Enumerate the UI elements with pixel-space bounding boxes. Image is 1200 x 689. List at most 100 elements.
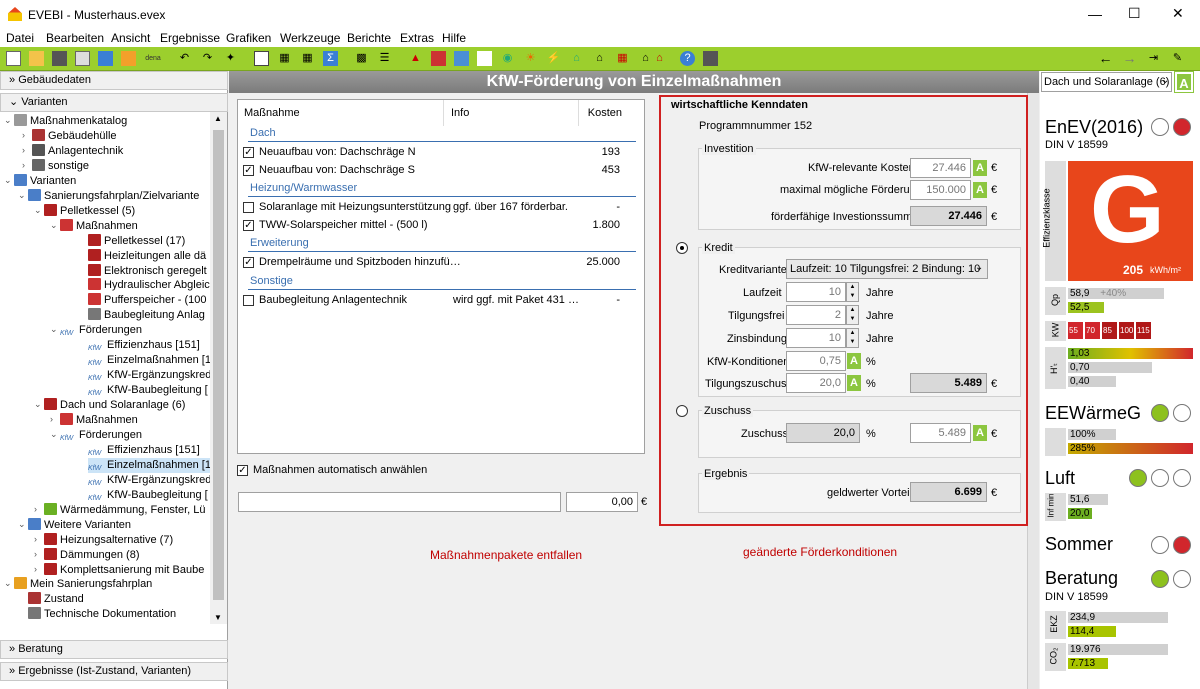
house-icon[interactable]: ⌂	[592, 51, 607, 66]
tree-expander-icon[interactable]: ⌄	[34, 205, 42, 216]
measure-checkbox[interactable]	[243, 202, 254, 213]
measure-row[interactable]: ✓ Neuaufbau von: Dachschräge S 453	[243, 163, 638, 178]
tree-expander-icon[interactable]: ⌄	[18, 190, 26, 201]
measure-checkbox[interactable]: ✓	[243, 219, 254, 231]
measure-checkbox[interactable]: ✓	[243, 257, 254, 268]
bars-icon[interactable]: ▦	[615, 51, 630, 66]
menu-ansicht[interactable]: Ansicht	[111, 31, 150, 45]
tree-item[interactable]: KfW KfW-Baubegleitung [	[88, 383, 208, 398]
tree-item[interactable]: Anlagentechnik	[32, 143, 123, 159]
tree-item[interactable]: KfW KfW-Ergänzungskred	[88, 368, 210, 383]
measure-row[interactable]: ✓ Neuaufbau von: Dachschräge N 193	[243, 145, 638, 160]
list-icon[interactable]: ☰	[377, 51, 392, 66]
tree-expander-icon[interactable]: ⌄	[50, 220, 58, 231]
zuschuss-radio[interactable]	[676, 405, 688, 417]
tilgungszuschuss-auto-button[interactable]: A	[847, 375, 861, 391]
tree-expander-icon[interactable]: ⌄	[50, 324, 58, 335]
tree-item[interactable]: Pelletkessel (17)	[88, 233, 185, 249]
tree-expander-icon[interactable]: ›	[22, 130, 25, 140]
house-eco-icon[interactable]: ⌂	[569, 51, 584, 66]
tree-item[interactable]: Gebäudehülle	[32, 128, 117, 144]
pen-icon[interactable]: ✎	[1170, 51, 1185, 66]
tree-expander-icon[interactable]: ⌄	[34, 399, 42, 410]
menu-hilfe[interactable]: Hilfe	[442, 31, 466, 45]
rain-icon[interactable]: ⌂	[652, 51, 667, 66]
sum-text-field[interactable]	[238, 492, 561, 512]
center-scrollbar[interactable]	[1027, 93, 1039, 689]
tree-item[interactable]: KfW KfW-Baubegleitung [	[88, 488, 208, 503]
help-icon[interactable]: ?	[680, 51, 695, 66]
import-icon[interactable]	[98, 51, 113, 66]
tree-expander-icon[interactable]: ›	[34, 549, 37, 559]
laufzeit-spinner[interactable]: ▲ ▼	[846, 282, 859, 302]
a-badge-icon[interactable]: A	[1174, 71, 1194, 93]
tree-item[interactable]: Sanierungsfahrplan/Zielvariante	[28, 188, 199, 204]
col-massnahme[interactable]: Maßnahme	[244, 100, 444, 126]
tree-item[interactable]: Baubegleitung Anlag	[88, 308, 205, 323]
dena-icon[interactable]: dena	[144, 51, 162, 66]
tree-item[interactable]: Weitere Varianten	[28, 517, 131, 533]
tree-item[interactable]: Maßnahmenkatalog	[14, 114, 127, 129]
hat-icon[interactable]: ▲	[408, 51, 423, 66]
tree-item[interactable]: Hydraulischer Abgleic	[88, 278, 210, 293]
tree-item[interactable]: Maßnahmen	[60, 413, 138, 428]
tree-item[interactable]: KfW Effizienzhaus [151]	[88, 338, 200, 353]
tilgungszuschuss-field[interactable]: 20,0	[786, 373, 846, 393]
tree-expander-icon[interactable]: ⌄	[4, 578, 12, 589]
measure-row[interactable]: ✓ Drempelräume und Spitzboden hinzufü… 25.…	[243, 255, 638, 270]
tree-expander-icon[interactable]: ›	[50, 414, 53, 424]
tree-item[interactable]: Pufferspeicher - (100	[88, 293, 207, 308]
konditionen-auto-button[interactable]: A	[847, 353, 861, 369]
menu-extras[interactable]: Extras	[400, 31, 434, 45]
section-gebaeudedaten[interactable]: » Gebäudedaten	[0, 71, 228, 90]
flash-icon[interactable]: ⚡	[546, 51, 561, 66]
section-varianten[interactable]: ⌄ Varianten	[0, 93, 228, 112]
document-icon[interactable]	[254, 51, 269, 66]
section-beratung[interactable]: » Beratung	[0, 640, 228, 659]
tree-expander-icon[interactable]: ⌄	[4, 115, 12, 126]
zuschuss-result-field[interactable]: 5.489	[910, 423, 971, 443]
kfw-kosten-auto-button[interactable]: A	[973, 160, 987, 176]
sun-icon[interactable]: ☀	[523, 51, 538, 66]
calculator-icon[interactable]	[703, 51, 718, 66]
measure-checkbox[interactable]: ✓	[243, 164, 254, 176]
kreditvariante-select[interactable]: Laufzeit: 10 Tilgungsfrei: 2 Bindung: 10…	[786, 259, 988, 279]
tree-item[interactable]: KfW Effizienzhaus [151]	[88, 443, 200, 458]
tree-item[interactable]: Technische Dokumentation	[28, 607, 176, 622]
sum-icon[interactable]: Σ	[323, 51, 338, 66]
back-arrow-icon[interactable]: ←	[1098, 51, 1113, 66]
copy-icon[interactable]	[75, 51, 90, 66]
tree-item[interactable]: Wärmedämmung, Fenster, Lü	[44, 502, 206, 518]
close-icon[interactable]: ✕	[1172, 5, 1184, 22]
tree-expander-icon[interactable]: ⌄	[4, 175, 12, 186]
tree-item[interactable]: Pelletkessel (5)	[44, 203, 135, 219]
step-icon[interactable]: ⇥	[1146, 51, 1161, 66]
measure-row[interactable]: ✓ TWW-Solarspeicher mittel - (500 l) 1.800	[243, 218, 638, 233]
laufzeit-field[interactable]: 10	[786, 282, 846, 302]
redo-icon[interactable]: ↷	[200, 51, 215, 66]
network-icon[interactable]: ▩	[354, 51, 369, 66]
export-icon[interactable]	[121, 51, 136, 66]
table-icon[interactable]: ▦	[300, 51, 315, 66]
tree-item[interactable]: Dach und Solaranlage (6)	[44, 398, 185, 413]
sum-value[interactable]: 0,00	[566, 492, 638, 512]
tree-scrollbar[interactable]: ▲ ▼	[210, 112, 227, 624]
tree-item[interactable]: Zustand	[28, 592, 84, 607]
undo-icon[interactable]: ↶	[177, 51, 192, 66]
tree-item[interactable]: Mein Sanierungsfahrplan	[14, 577, 152, 592]
menu-berichte[interactable]: Berichte	[347, 31, 391, 45]
kfw-kosten-field[interactable]: 27.446	[910, 158, 971, 178]
tree-expander-icon[interactable]: ›	[22, 160, 25, 170]
tree-item[interactable]: KfW Einzelmaßnahmen [1	[88, 457, 210, 473]
menu-bearbeiten[interactable]: Bearbeiten	[46, 31, 104, 45]
max-foerderung-field[interactable]: 150.000	[910, 180, 971, 200]
col-info[interactable]: Info	[451, 100, 579, 126]
minimize-icon[interactable]: —	[1088, 6, 1102, 22]
tree-expander-icon[interactable]: ⌄	[50, 429, 58, 440]
tree-item[interactable]: Elektronisch geregelt	[88, 263, 207, 279]
measure-row[interactable]: Solaranlage mit Heizungsunterstützung ggf…	[243, 200, 638, 215]
zinsbindung-field[interactable]: 10	[786, 328, 846, 348]
tree-item[interactable]: KfW KfW-Ergänzungskred	[88, 473, 210, 488]
section-ergebnisse[interactable]: » Ergebnisse (Ist-Zustand, Varianten)	[0, 662, 228, 681]
menu-grafiken[interactable]: Grafiken	[226, 31, 271, 45]
